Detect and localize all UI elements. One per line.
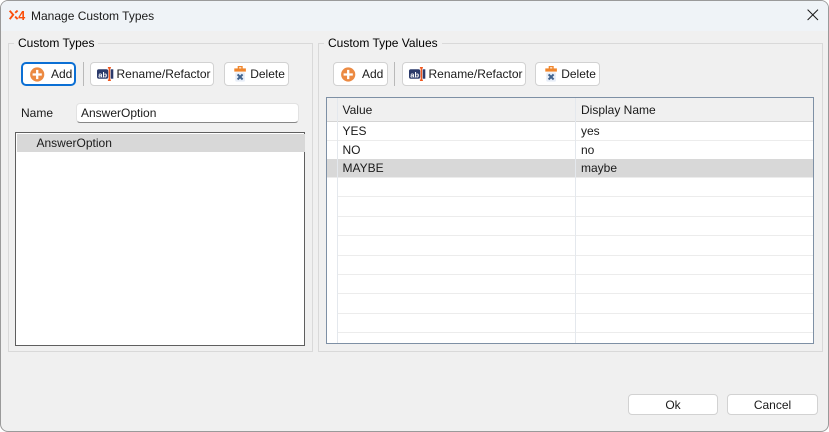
svg-text:ab: ab	[98, 70, 107, 79]
svg-text:ab: ab	[410, 70, 419, 79]
svg-text:4: 4	[18, 10, 25, 21]
